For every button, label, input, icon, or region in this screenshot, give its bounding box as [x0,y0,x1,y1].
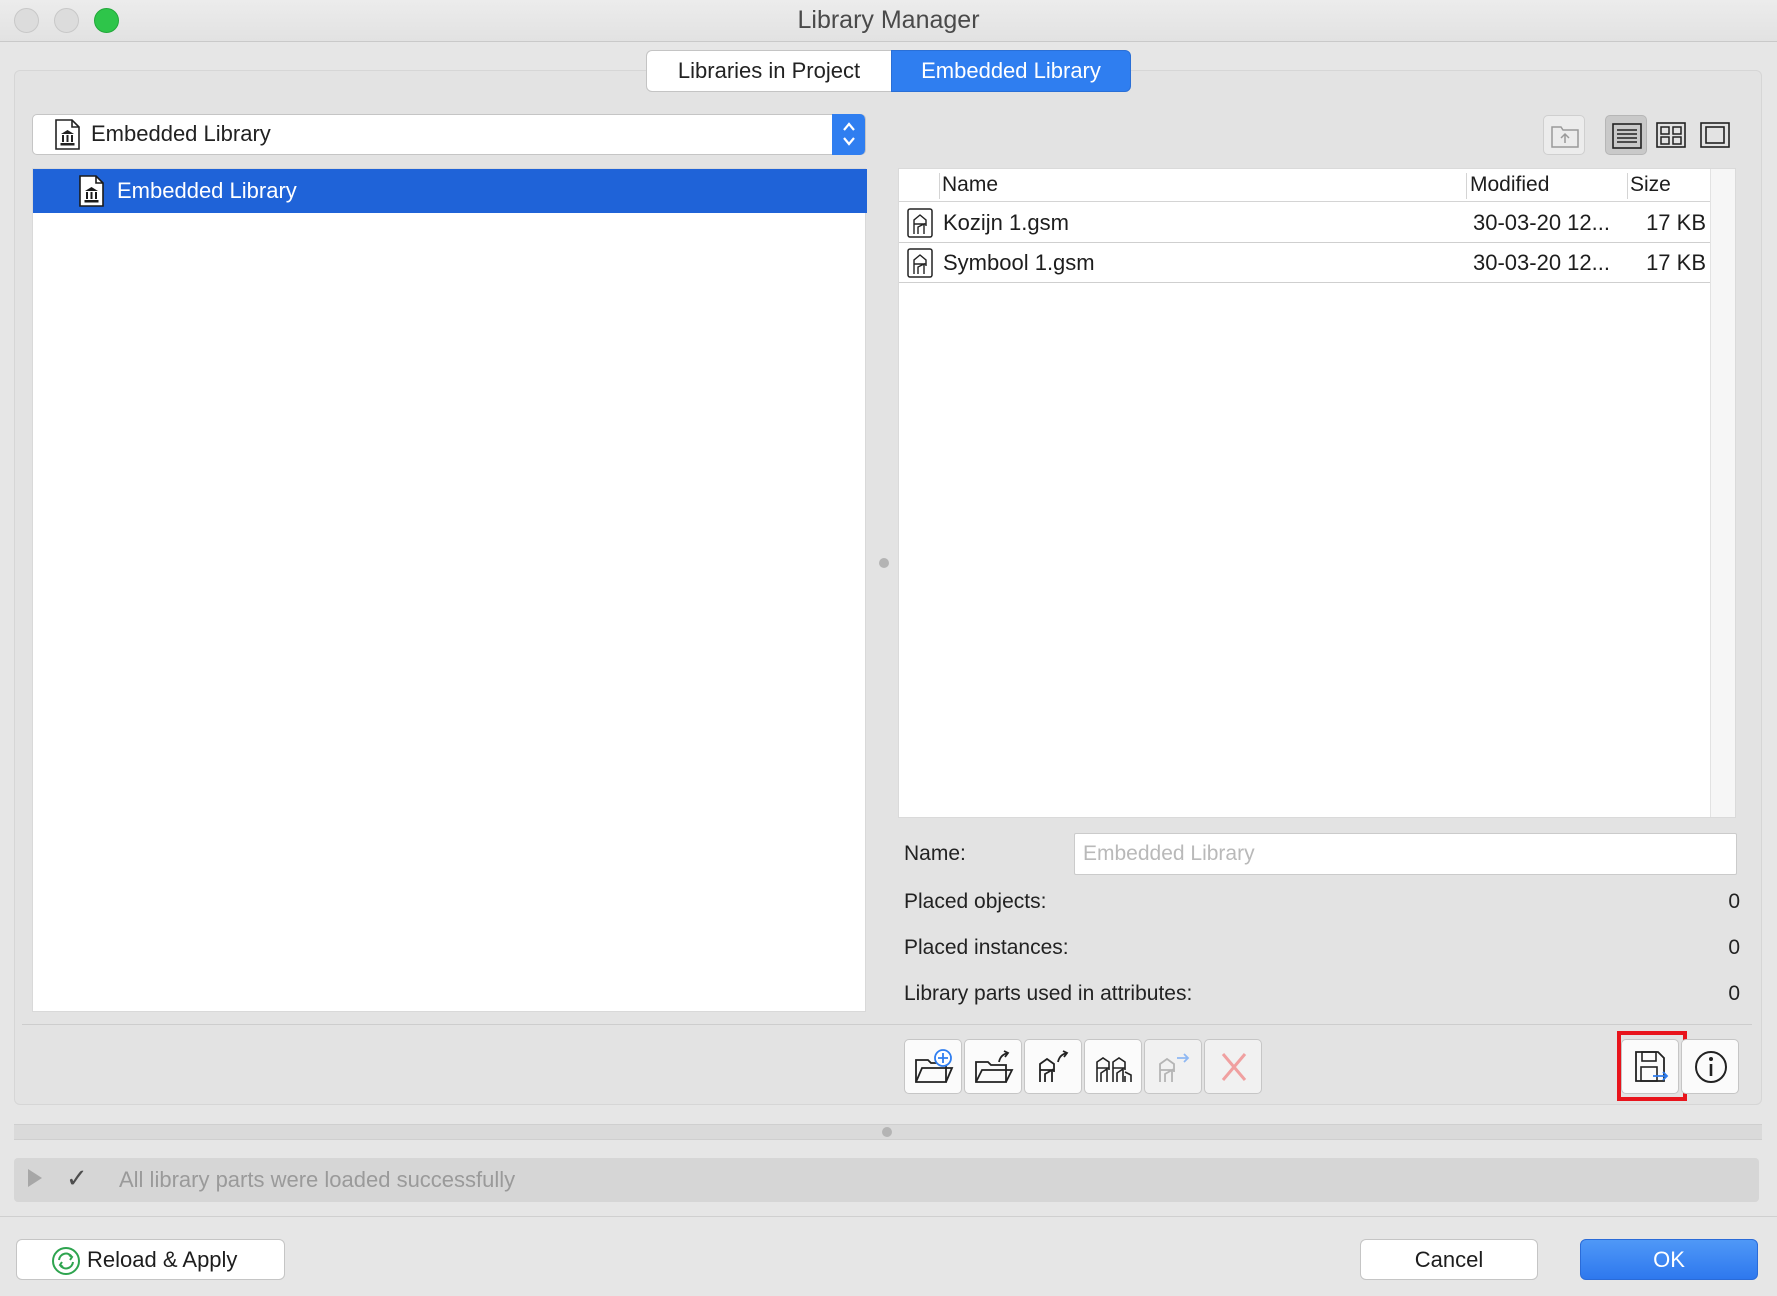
file-size: 17 KB [1646,210,1706,235]
library-objects-button[interactable] [1084,1039,1142,1094]
reload-icon [51,1246,81,1288]
parent-folder-button[interactable] [1543,115,1585,155]
gsm-object-icon [907,248,933,284]
preview-view-button[interactable] [1694,115,1736,155]
name-label: Name: [904,842,966,865]
library-tree[interactable]: Embedded Library [32,168,867,1012]
import-object-button[interactable] [1024,1039,1082,1094]
placed-objects-label: Placed objects: [904,890,1047,913]
move-object-button[interactable] [1144,1039,1202,1094]
placed-objects-value: 0 [1728,890,1740,913]
file-list[interactable]: Name Modified Size Kozijn 1.gsm 30-03-20… [898,168,1736,818]
preview-view-icon [1700,122,1730,148]
divider [22,1024,1752,1025]
delete-icon [1221,1053,1247,1081]
checkmark-icon: ✓ [66,1163,88,1193]
library-select[interactable]: Embedded Library [32,114,866,155]
file-size: 17 KB [1646,250,1706,275]
list-view-icon [1612,123,1642,149]
status-bar: ✓ All library parts were loaded successf… [14,1158,1759,1202]
file-modified: 30-03-20 12... [1473,250,1610,275]
info-button[interactable] [1681,1039,1739,1094]
grid-view-button[interactable] [1650,115,1692,155]
vertical-scrollbar[interactable] [1710,169,1735,817]
table-row[interactable]: Kozijn 1.gsm 30-03-20 12... 17 KB [899,203,1710,243]
library-icon [77,175,105,207]
objects-icon [1096,1057,1132,1082]
library-name-input[interactable] [1074,833,1737,875]
folder-up-icon [1551,126,1579,148]
file-name: Symbool 1.gsm [943,250,1095,275]
gsm-object-icon [907,208,933,244]
file-modified: 30-03-20 12... [1473,210,1610,235]
library-parts-attributes-value: 0 [1728,982,1740,1005]
reload-apply-button[interactable]: Reload & Apply [16,1239,285,1280]
library-select-value: Embedded Library [91,121,271,146]
tree-item-label: Embedded Library [117,178,297,203]
tab-libraries-in-project[interactable]: Libraries in Project [646,50,892,92]
move-object-icon [1159,1053,1190,1082]
add-library-button[interactable] [904,1039,962,1094]
placed-instances-value: 0 [1728,936,1740,959]
horizontal-splitter-handle[interactable] [882,1127,892,1137]
import-object-icon [1039,1050,1069,1082]
column-header-name[interactable]: Name [942,173,998,197]
library-parts-attributes-label: Library parts used in attributes: [904,982,1193,1005]
title-bar: Library Manager [0,0,1777,42]
list-view-button[interactable] [1605,115,1647,155]
tree-item-embedded-library[interactable]: Embedded Library [33,169,867,213]
status-message: All library parts were loaded successful… [119,1167,516,1192]
column-divider [1466,173,1467,199]
grid-view-icon [1656,122,1686,148]
window-title: Library Manager [797,6,980,34]
highlight-box [1617,1031,1687,1101]
column-divider [939,173,940,199]
tab-embedded-library[interactable]: Embedded Library [891,50,1131,92]
column-header-size[interactable]: Size [1630,173,1671,197]
cancel-button[interactable]: Cancel [1360,1239,1538,1280]
file-name: Kozijn 1.gsm [943,210,1069,235]
import-folder-icon [975,1050,1014,1083]
import-folder-button[interactable] [964,1039,1022,1094]
placed-instances-label: Placed instances: [904,936,1069,959]
file-list-header: Name Modified Size [899,169,1710,202]
info-icon [1695,1051,1727,1083]
ok-button[interactable]: OK [1580,1239,1758,1280]
chevron-updown-icon[interactable] [832,114,865,155]
column-divider [1627,173,1628,199]
disclosure-triangle-icon[interactable] [28,1169,42,1187]
column-header-modified[interactable]: Modified [1470,173,1549,197]
library-icon [53,119,81,150]
new-folder-icon [915,1049,954,1083]
reload-apply-label: Reload & Apply [87,1247,238,1272]
delete-button[interactable] [1204,1039,1262,1094]
table-row[interactable]: Symbool 1.gsm 30-03-20 12... 17 KB [899,243,1710,283]
vertical-splitter-handle[interactable] [879,558,889,568]
divider [0,1216,1777,1217]
